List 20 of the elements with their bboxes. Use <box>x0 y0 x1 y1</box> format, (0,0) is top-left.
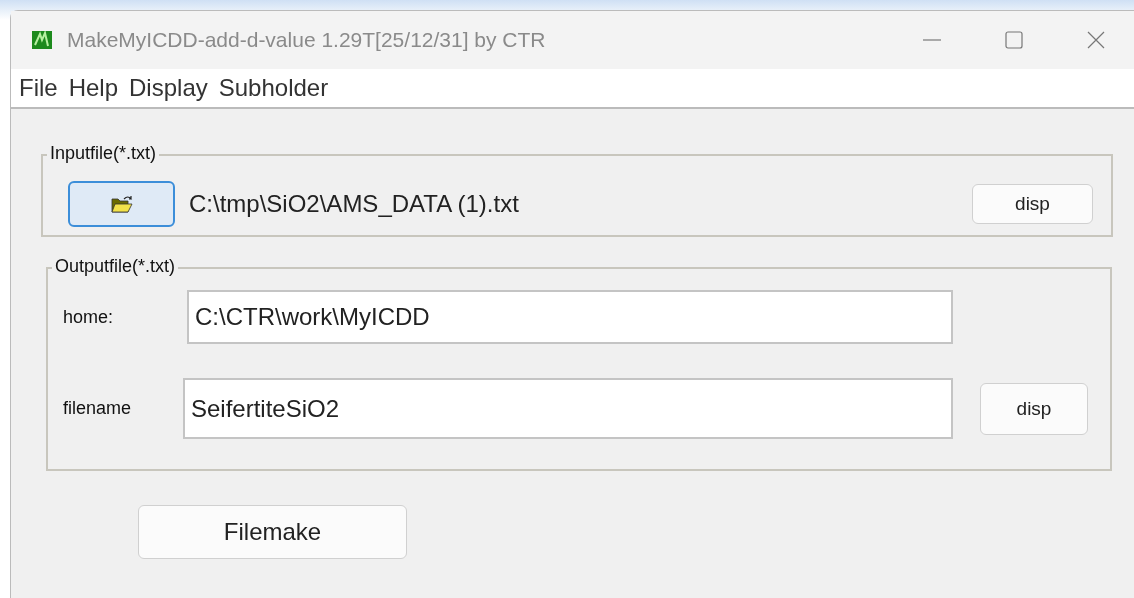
close-icon[interactable] <box>1086 30 1106 50</box>
maximize-icon[interactable] <box>1004 30 1024 50</box>
filemake-button[interactable]: Filemake <box>138 505 407 559</box>
window-title: MakeMyICDD-add-d-value 1.29T[25/12/31] by CTR <box>67 28 546 52</box>
open-file-button[interactable] <box>68 181 175 227</box>
input-path: C:\tmp\SiO2\AMS_DATA (1).txt <box>189 190 519 218</box>
filename-label: filename <box>63 398 133 419</box>
disp-button[interactable]: disp <box>980 382 1088 435</box>
disp-button[interactable]: disp <box>972 184 1093 224</box>
group-legend: Inputfile(*.txt) <box>47 143 160 164</box>
filename-field[interactable]: SeifertiteSiO2 <box>183 378 953 439</box>
menu-item[interactable]: Help <box>68 74 119 102</box>
folder-icon <box>110 195 133 213</box>
menu-item[interactable]: Display <box>129 74 208 102</box>
group-legend: Outputfile(*.txt) <box>52 256 179 277</box>
home-field[interactable]: C:\CTR\work\MyICDD <box>187 290 953 344</box>
app-icon <box>32 31 52 49</box>
menu-item[interactable]: Subholder <box>218 74 329 102</box>
menu-item[interactable]: File <box>19 74 58 102</box>
home-label: home: <box>63 306 115 328</box>
